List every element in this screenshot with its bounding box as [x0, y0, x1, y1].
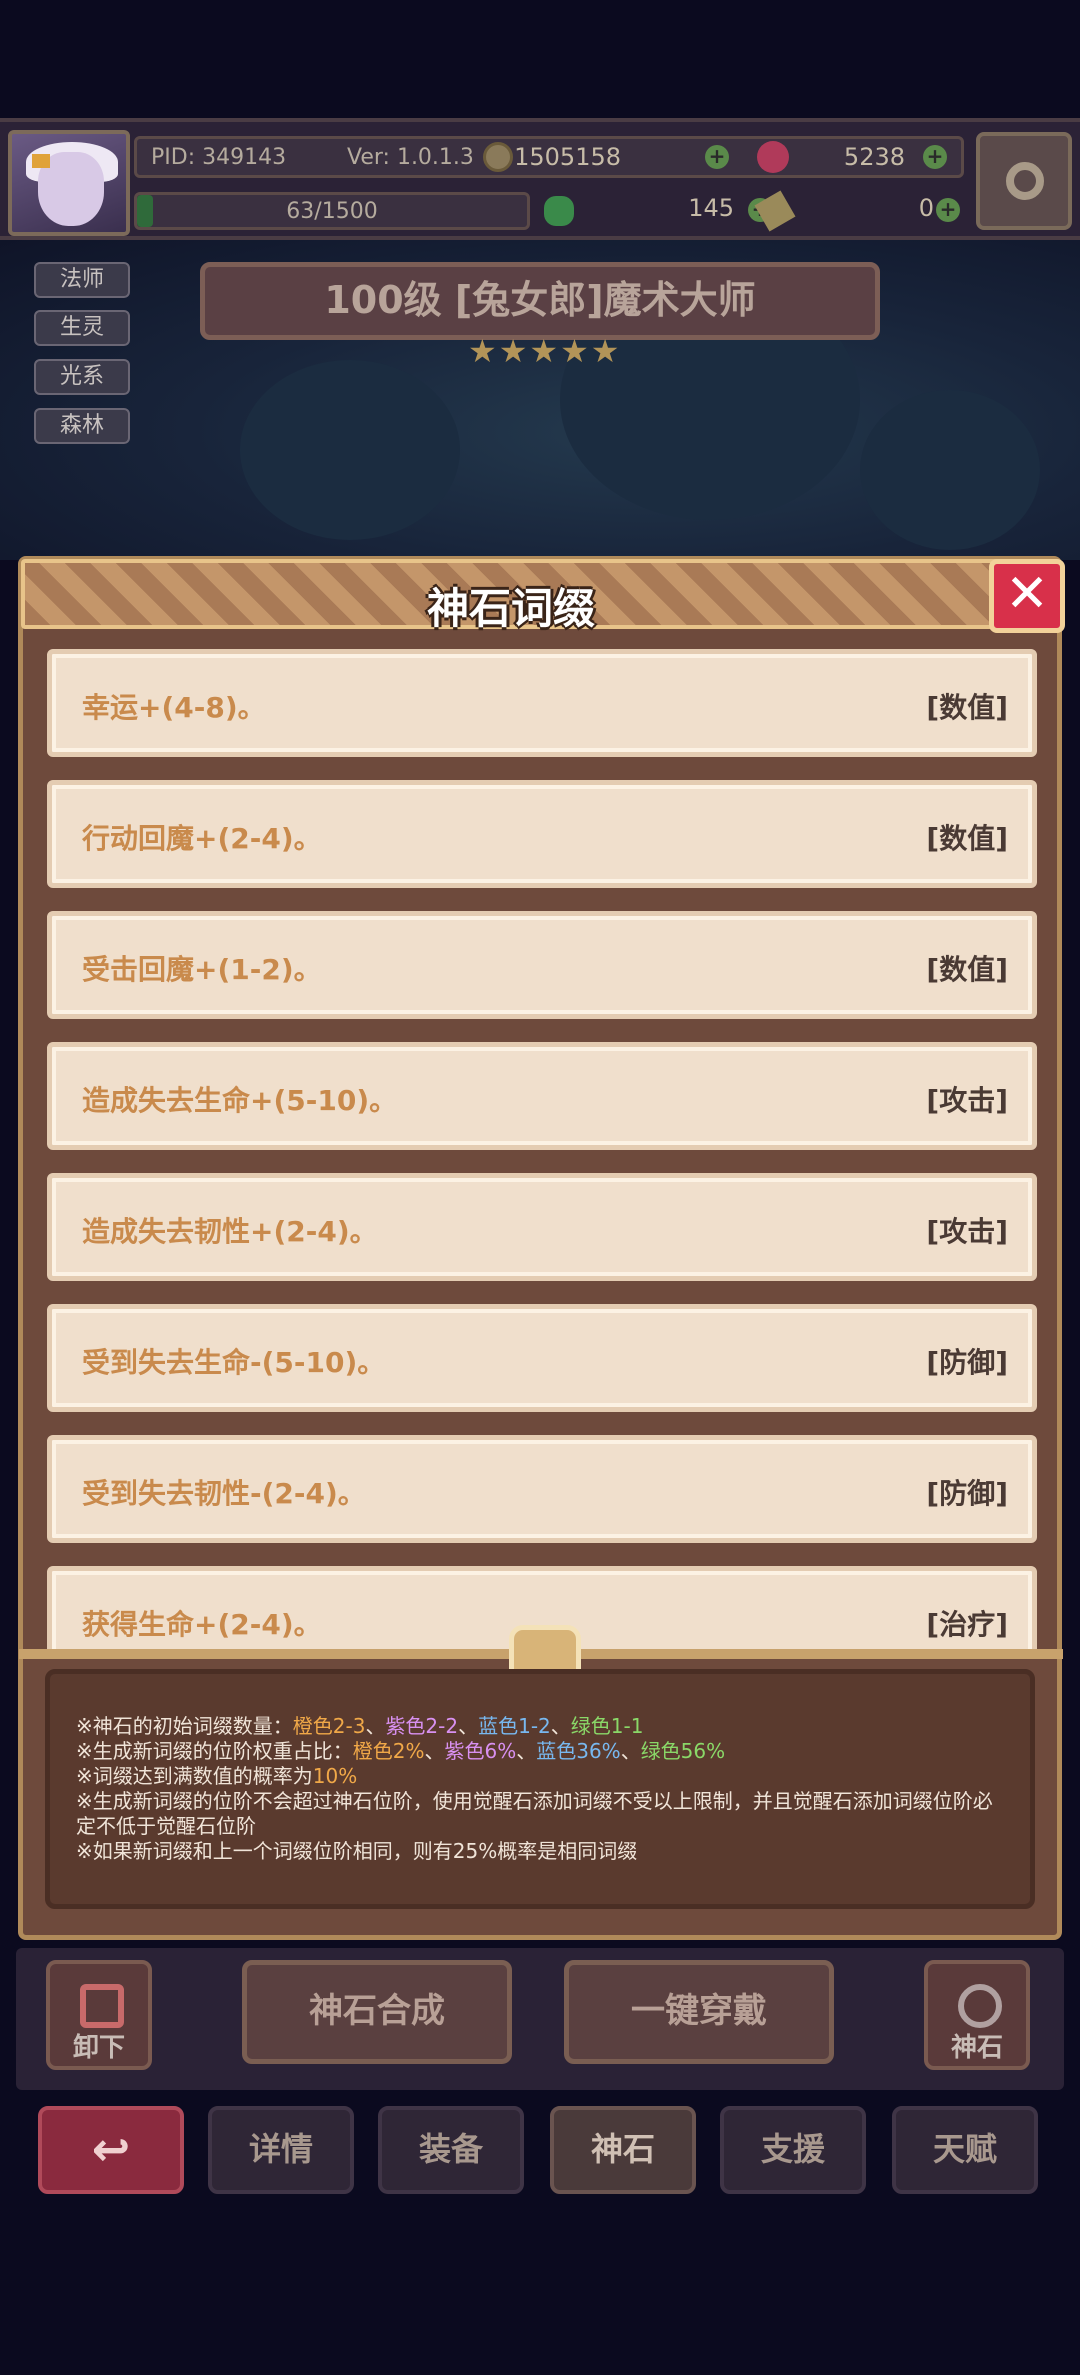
affix-item: 受击回魔+(1-2)。 [数值]: [47, 911, 1037, 1019]
settings-button[interactable]: [976, 132, 1072, 230]
add-gem-icon[interactable]: +: [923, 145, 947, 169]
resource-row: 63/1500 145 + 0 +: [134, 188, 964, 232]
affix-list[interactable]: 幸运+(4-8)。 [数值] 行动回魔+(2-4)。 [数值] 受击回魔+(1-…: [47, 649, 1037, 1649]
add-ticket-icon[interactable]: +: [936, 198, 960, 222]
affix-rules-notes: ※神石的初始词缀数量：橙色2-3、紫色2-2、蓝色1-2、绿色1-1 ※生成新词…: [45, 1669, 1035, 1909]
hero-title-banner: 100级 [兔女郎]魔术大师: [200, 262, 880, 340]
hero-tag-race: 生灵: [34, 310, 130, 346]
affix-kind: [攻击]: [926, 1084, 1008, 1117]
affix-name: 造成失去生命+(5-10)。: [82, 1084, 398, 1117]
note-line: ※生成新词缀的位阶权重占比：橙色2%、紫色6%、蓝色36%、绿色56%: [76, 1739, 726, 1763]
player-id: PID: 349143: [151, 144, 287, 170]
unload-icon: [80, 1984, 124, 2028]
godstone-action-bar: 卸下 神石合成 一键穿戴 神石: [16, 1948, 1064, 2090]
account-info-row: PID: 349143 Ver: 1.0.1.3 1505158 + 5238 …: [134, 136, 964, 178]
player-avatar[interactable]: [8, 130, 130, 236]
clover-icon: [544, 196, 574, 226]
dialog-header: 神石词缀: [21, 559, 1001, 633]
ticket-amount: 0: [918, 194, 934, 222]
affix-item: 行动回魔+(2-4)。 [数值]: [47, 780, 1037, 888]
clover-amount: 145: [688, 194, 734, 222]
affix-kind: [攻击]: [926, 1215, 1008, 1248]
affix-name: 受到失去生命-(5-10)。: [82, 1346, 386, 1379]
note-line: ※生成新词缀的位阶不会超过神石位阶，使用觉醒石添加词缀不受以上限制，并且觉醒石添…: [76, 1789, 993, 1838]
rock-shape: [240, 360, 460, 540]
godstone-label: 神石: [950, 2033, 1003, 2063]
affix-item: 受到失去生命-(5-10)。 [防御]: [47, 1304, 1037, 1412]
affix-item: 受到失去韧性-(2-4)。 [防御]: [47, 1435, 1037, 1543]
top-status-bar: PID: 349143 Ver: 1.0.1.3 1505158 + 5238 …: [0, 118, 1080, 240]
unload-button[interactable]: 卸下: [46, 1960, 152, 2070]
note-line: ※神石的初始词缀数量：橙色2-3、紫色2-2、蓝色1-2、绿色1-1: [76, 1714, 644, 1738]
affix-name: 幸运+(4-8)。: [82, 691, 266, 724]
game-version: Ver: 1.0.1.3: [347, 144, 474, 170]
unload-label: 卸下: [72, 2033, 125, 2063]
compose-godstone-button[interactable]: 神石合成: [242, 1960, 512, 2064]
tab-equipment[interactable]: 装备: [378, 2106, 524, 2194]
affix-kind: [数值]: [926, 822, 1008, 855]
exp-bar: 63/1500: [134, 192, 530, 230]
bush-shape: [860, 390, 1040, 550]
back-button[interactable]: ↩: [38, 2106, 184, 2194]
add-gold-icon[interactable]: +: [705, 145, 729, 169]
affix-kind: [数值]: [926, 953, 1008, 986]
affix-item: 造成失去生命+(5-10)。 [攻击]: [47, 1042, 1037, 1150]
gold-coin-icon: [483, 142, 513, 172]
note-line: ※词缀达到满数值的概率为10%: [76, 1764, 358, 1788]
affix-name: 获得生命+(2-4)。: [82, 1608, 322, 1641]
godstone-affix-dialog: 神石词缀 ✕ 幸运+(4-8)。 [数值] 行动回魔+(2-4)。 [数值] 受…: [18, 556, 1065, 1940]
hero-tag-element: 光系: [34, 359, 130, 395]
affix-kind: [数值]: [926, 691, 1008, 724]
equip-all-button[interactable]: 一键穿戴: [564, 1960, 834, 2064]
gem-amount: 5238: [843, 143, 905, 171]
affix-kind: [防御]: [926, 1346, 1008, 1379]
affix-name: 行动回魔+(2-4)。: [82, 822, 322, 855]
gold-amount: 1505158: [514, 143, 621, 171]
tab-godstone[interactable]: 神石: [550, 2106, 696, 2194]
affix-item: 造成失去韧性+(2-4)。 [攻击]: [47, 1173, 1037, 1281]
avatar-hair-clip: [32, 154, 50, 168]
exp-text: 63/1500: [286, 199, 378, 224]
affix-kind: [防御]: [926, 1477, 1008, 1510]
affix-name: 受击回魔+(1-2)。: [82, 953, 322, 986]
gear-icon: [1006, 162, 1044, 200]
note-line: ※如果新词缀和上一个词缀位阶相同，则有25%概率是相同词缀: [76, 1839, 638, 1863]
close-button[interactable]: ✕: [989, 559, 1065, 633]
hero-star-rating: ★★★★★: [468, 332, 622, 370]
godstone-icon: [958, 1984, 1002, 2028]
affix-name: 造成失去韧性+(2-4)。: [82, 1215, 378, 1248]
gem-icon: [757, 141, 789, 173]
tab-support[interactable]: 支援: [720, 2106, 866, 2194]
hero-tag-class: 法师: [34, 262, 130, 298]
godstone-button[interactable]: 神石: [924, 1960, 1030, 2070]
affix-name: 受到失去韧性-(2-4)。: [82, 1477, 366, 1510]
affix-item: 幸运+(4-8)。 [数值]: [47, 649, 1037, 757]
tab-talent[interactable]: 天赋: [892, 2106, 1038, 2194]
affix-kind: [治疗]: [926, 1608, 1008, 1641]
hero-tag-terrain: 森林: [34, 408, 130, 444]
tab-details[interactable]: 详情: [208, 2106, 354, 2194]
dialog-title: 神石词缀: [426, 584, 595, 633]
